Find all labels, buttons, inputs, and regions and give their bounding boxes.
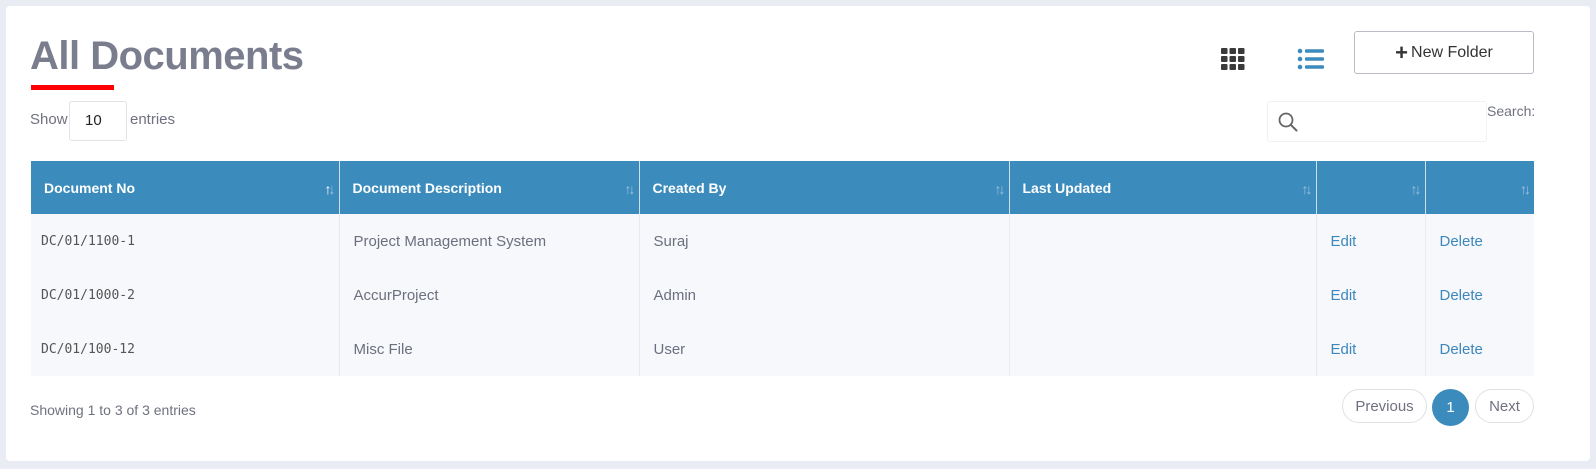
last-updated-cell <box>1009 214 1317 268</box>
document-no-cell: DC/01/1100-1 <box>31 214 340 268</box>
next-page-button[interactable]: Next <box>1475 389 1534 423</box>
new-folder-button[interactable]: + New Folder <box>1354 31 1534 74</box>
list-view-button[interactable] <box>1297 47 1325 71</box>
search-input[interactable] <box>1267 101 1487 142</box>
edit-link[interactable]: Edit <box>1316 268 1426 322</box>
delete-link[interactable]: Delete <box>1425 268 1534 322</box>
document-no-cell: DC/01/1000-2 <box>31 268 340 322</box>
sort-icon: ↑↓ <box>1301 181 1313 197</box>
edit-link[interactable]: Edit <box>1316 214 1426 268</box>
entries-label: entries <box>130 111 176 128</box>
page-title: All Documents <box>30 34 304 78</box>
new-folder-label: New Folder <box>1411 43 1493 61</box>
sort-icon: ↑↓ <box>994 181 1006 197</box>
table-row: DC/01/100-12 Misc File User Edit Delete <box>31 322 1534 376</box>
column-header-document-no[interactable]: Document No ↑↓ <box>31 161 340 214</box>
table-header-row: Document No ↑↓ Document Description ↑↓ C… <box>31 161 1534 214</box>
grid-view-button[interactable] <box>1220 47 1246 71</box>
delete-link[interactable]: Delete <box>1425 322 1534 376</box>
last-updated-cell <box>1009 322 1317 376</box>
column-header-edit[interactable]: ↑↓ <box>1316 161 1426 214</box>
column-header-document-description[interactable]: Document Description ↑↓ <box>339 161 640 214</box>
title-underline <box>31 85 114 90</box>
show-label: Show <box>30 111 68 128</box>
sort-icon: ↑↓ <box>324 181 336 197</box>
column-header-created-by[interactable]: Created By ↑↓ <box>639 161 1010 214</box>
search-icon <box>1278 112 1298 132</box>
documents-card: All Documents + New Folder Show 10 entri… <box>6 6 1590 461</box>
documents-table: Document No ↑↓ Document Description ↑↓ C… <box>31 161 1534 376</box>
column-header-delete[interactable]: ↑↓ <box>1425 161 1534 214</box>
delete-link[interactable]: Delete <box>1425 214 1534 268</box>
previous-page-button[interactable]: Previous <box>1342 389 1427 423</box>
last-updated-cell <box>1009 268 1317 322</box>
sort-icon: ↑↓ <box>624 181 636 197</box>
document-no-cell: DC/01/100-12 <box>31 322 340 376</box>
grid-icon <box>1221 48 1245 70</box>
table-info: Showing 1 to 3 of 3 entries <box>30 402 196 418</box>
entries-per-page-input[interactable]: 10 <box>69 101 127 141</box>
edit-link[interactable]: Edit <box>1316 322 1426 376</box>
description-cell: Misc File <box>339 322 640 376</box>
created-by-cell: Admin <box>639 268 1010 322</box>
description-cell: AccurProject <box>339 268 640 322</box>
page-1-button[interactable]: 1 <box>1432 389 1469 426</box>
list-icon <box>1297 48 1324 70</box>
sort-icon: ↑↓ <box>1410 181 1422 197</box>
column-header-last-updated[interactable]: Last Updated ↑↓ <box>1009 161 1317 214</box>
created-by-cell: User <box>639 322 1010 376</box>
created-by-cell: Suraj <box>639 214 1010 268</box>
table-row: DC/01/1000-2 AccurProject Admin Edit Del… <box>31 268 1534 322</box>
search-label: Search: <box>1487 103 1536 119</box>
description-cell: Project Management System <box>339 214 640 268</box>
sort-icon: ↑↓ <box>1520 181 1531 197</box>
table-row: DC/01/1100-1 Project Management System S… <box>31 214 1534 268</box>
plus-icon: + <box>1395 39 1409 65</box>
